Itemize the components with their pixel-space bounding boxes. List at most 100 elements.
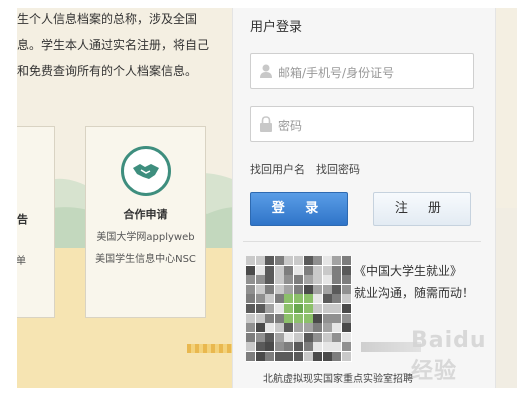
qr-pixel <box>255 352 265 361</box>
find-password-link[interactable]: 找回密码 <box>316 161 360 177</box>
qr-pixel <box>265 265 275 275</box>
qr-pixel <box>332 342 342 352</box>
qr-pixel <box>294 275 303 285</box>
password-placeholder: 密码 <box>278 119 303 133</box>
qr-pixel <box>255 294 265 304</box>
qr-pixel <box>265 342 275 352</box>
qr-pixel <box>303 313 313 323</box>
qr-pixel <box>303 352 313 361</box>
qr-pixel <box>294 342 303 352</box>
qr-pixel <box>255 256 265 265</box>
qr-pixel <box>313 332 323 342</box>
report-card-line: 绩单 <box>17 256 26 267</box>
qr-pixel <box>255 265 265 275</box>
account-placeholder: 邮箱/手机号/身份证号 <box>278 66 395 80</box>
qr-pixel <box>284 313 294 323</box>
cooperation-title: 合作申请 <box>123 208 168 221</box>
handshake-icon <box>121 146 171 196</box>
qr-pixel <box>303 294 313 304</box>
qr-pixel <box>332 352 342 361</box>
qr-pixel <box>322 284 332 294</box>
qr-pixel <box>284 294 294 304</box>
qr-pixel <box>322 342 332 352</box>
account-input[interactable]: 邮箱/手机号/身份证号 <box>250 53 474 89</box>
find-username-link[interactable]: 找回用户名 <box>250 161 305 177</box>
qr-pixel <box>246 304 255 313</box>
qr-pixel <box>274 352 284 361</box>
qr-pixel <box>322 265 332 275</box>
qr-pixel <box>303 304 313 313</box>
qr-pixel <box>342 284 351 294</box>
register-button[interactable]: 注 册 <box>373 192 471 226</box>
qr-pixel <box>274 342 284 352</box>
qr-pixel <box>265 275 275 285</box>
intro-line: 生个人信息档案的总称，涉及全国 <box>17 12 198 26</box>
qr-pixel <box>303 284 313 294</box>
qr-pixel <box>294 313 303 323</box>
qr-pixel <box>265 313 275 323</box>
qr-pixel <box>322 332 332 342</box>
qr-pixel <box>332 284 342 294</box>
qr-pixel <box>313 284 323 294</box>
qr-pixel <box>294 294 303 304</box>
qr-pixel <box>342 275 351 285</box>
qr-pixel <box>342 323 351 333</box>
qr-pixel <box>294 265 303 275</box>
qr-pixel <box>265 294 275 304</box>
qr-pixel <box>284 256 294 265</box>
qr-pixel <box>303 256 313 265</box>
qr-pixel <box>265 284 275 294</box>
qr-pixel <box>255 342 265 352</box>
qr-pixel <box>313 294 323 304</box>
promo-slogan: 就业沟通，随需而动！ <box>354 286 475 300</box>
qr-pixel <box>332 332 342 342</box>
qr-pixel <box>274 256 284 265</box>
qr-pixel <box>246 352 255 361</box>
qr-pixel <box>332 294 342 304</box>
qr-pixel <box>313 313 323 323</box>
qr-pixel <box>342 304 351 313</box>
qr-pixel <box>294 284 303 294</box>
qr-pixel <box>284 323 294 333</box>
qr-pixel <box>255 332 265 342</box>
qr-pixel <box>303 265 313 275</box>
qr-pixel <box>332 323 342 333</box>
qr-pixel <box>265 332 275 342</box>
qr-pixel <box>274 294 284 304</box>
login-title: 用户登录 <box>250 20 303 35</box>
promo-title[interactable]: 《中国大学生就业》 <box>354 262 462 279</box>
qr-pixel <box>284 304 294 313</box>
qr-pixel <box>255 304 265 313</box>
qr-pixel <box>274 323 284 333</box>
qr-pixel <box>274 275 284 285</box>
cooperation-link-applyweb[interactable]: 美国大学网applyweb <box>86 228 205 243</box>
qr-pixel <box>322 323 332 333</box>
page-stage: 生个人信息档案的总称，涉及全国 息。学生本人通过实名注册，将自己 和免费查询所有… <box>17 8 517 388</box>
qr-pixel <box>274 304 284 313</box>
qr-pixel <box>303 323 313 333</box>
qr-pixel <box>274 332 284 342</box>
qr-pixel <box>342 342 351 352</box>
report-card-title: 报告 <box>17 213 28 226</box>
qr-pixel <box>342 256 351 265</box>
qr-pixel <box>322 352 332 361</box>
login-button[interactable]: 登 录 <box>250 192 348 226</box>
qr-pixel <box>265 352 275 361</box>
qr-pixel <box>322 304 332 313</box>
qr-pixel <box>246 294 255 304</box>
qr-pixel <box>246 284 255 294</box>
report-card[interactable]: 报告 行 绩单 行 单 <box>17 126 55 318</box>
password-input[interactable]: 密码 <box>250 106 474 142</box>
qr-pixel <box>284 265 294 275</box>
qr-pixel <box>274 313 284 323</box>
footer-recruit-link[interactable]: 北航虚拟现实国家重点实验室招聘 <box>263 370 413 385</box>
qr-pixel <box>303 332 313 342</box>
qr-pixel <box>322 275 332 285</box>
qr-pixel <box>265 304 275 313</box>
qr-pixel <box>265 256 275 265</box>
qr-pixel <box>303 275 313 285</box>
cooperation-card[interactable]: 合作申请 美国大学网applyweb 美国学生信息中心NSC <box>85 126 206 318</box>
qr-pixel <box>255 284 265 294</box>
cooperation-link-nsc[interactable]: 美国学生信息中心NSC <box>86 250 205 265</box>
qr-pixel <box>284 284 294 294</box>
